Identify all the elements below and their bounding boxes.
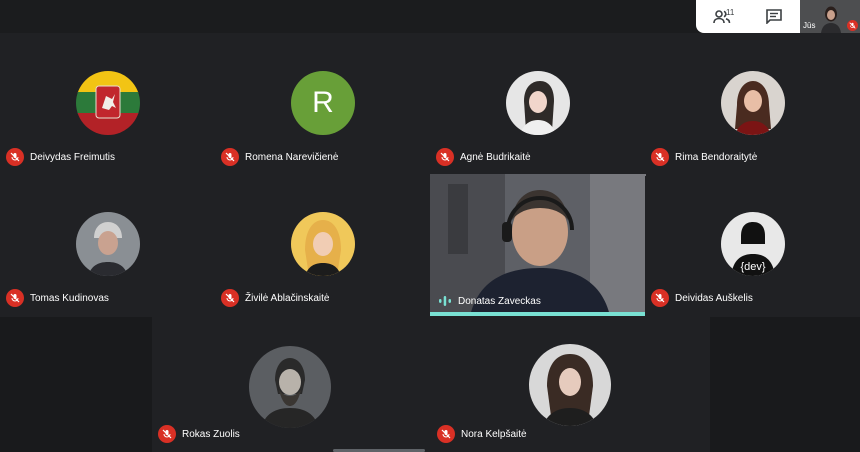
speaking-highlight-bar (430, 312, 646, 316)
participant-name: Nora Kelpšaitė (461, 428, 527, 440)
avatar-photo-icon (529, 344, 611, 426)
participant-name-row: Romena Narevičienė (221, 148, 338, 166)
avatar-photo-icon (721, 71, 785, 135)
mic-off-icon (221, 289, 239, 307)
grid-margin-right (710, 317, 860, 452)
participant-name: Tomas Kudinovas (30, 292, 109, 304)
meeting-controls: 11 (696, 0, 800, 33)
avatar (249, 346, 331, 428)
avatar-photo-icon (76, 212, 140, 276)
mic-off-icon (651, 148, 669, 166)
people-button[interactable]: 11 (705, 4, 739, 30)
avatar (529, 344, 611, 426)
participant-tile[interactable]: Nora Kelpšaitė (431, 317, 710, 452)
participant-name: Deivydas Freimutis (30, 151, 116, 163)
participant-name: Živilė Ablačinskaitė (245, 292, 330, 304)
participant-name-row: Tomas Kudinovas (6, 289, 109, 307)
self-label: Jūs (803, 21, 816, 30)
participant-name: Agnė Budrikaitė (460, 151, 531, 163)
participant-tile[interactable]: Rima Bendoraitytė (645, 35, 860, 175)
grid-margin-left (0, 317, 152, 452)
participant-name-row: Rima Bendoraitytė (651, 148, 757, 166)
chat-button[interactable] (757, 4, 791, 30)
participant-tile[interactable]: Agnė Budrikaitė (430, 35, 645, 175)
participant-name: Donatas Zaveckas (458, 295, 541, 307)
participant-name: Romena Narevičienė (245, 151, 339, 163)
dev-avatar-text: {dev} (740, 261, 765, 273)
participant-tile[interactable]: Živilė Ablačinskaitė (215, 176, 430, 316)
chat-icon (766, 9, 782, 24)
participant-count: 11 (726, 7, 735, 17)
flag-coat-of-arms-icon (76, 71, 140, 135)
speaking-indicator-icon (439, 296, 451, 306)
self-mic-off-icon (847, 20, 858, 31)
mic-off-icon (6, 289, 24, 307)
avatar: {dev} (721, 212, 785, 276)
avatar-initial: R (312, 86, 334, 119)
avatar-photo-icon (249, 346, 331, 428)
participant-name-row: Deivydas Freimutis (6, 148, 115, 166)
participant-tile[interactable]: Tomas Kudinovas (0, 176, 215, 316)
avatar (506, 71, 570, 135)
participant-name-row: Nora Kelpšaitė (437, 425, 527, 443)
participant-name-row: Agnė Budrikaitė (436, 148, 531, 166)
participant-name-row: Donatas Zaveckas (438, 295, 541, 307)
participant-name: Rokas Zuolis (182, 428, 240, 440)
mic-off-icon (6, 148, 24, 166)
avatar-letter: R (291, 71, 355, 135)
participant-tile[interactable]: {dev} Deividas Auškelis (645, 176, 860, 316)
mic-off-icon (651, 289, 669, 307)
avatar (76, 212, 140, 276)
avatar-photo-icon (506, 71, 570, 135)
participant-tile[interactable]: Deivydas Freimutis (0, 35, 215, 175)
mic-off-icon (437, 425, 455, 443)
mic-off-icon (158, 425, 176, 443)
mic-off-icon (436, 148, 454, 166)
avatar (291, 212, 355, 276)
mic-off-icon (221, 148, 239, 166)
avatar (721, 71, 785, 135)
participant-name: Deividas Auškelis (675, 292, 753, 304)
participant-video-tile[interactable]: Donatas Zaveckas (430, 174, 646, 316)
participant-tile[interactable]: R Romena Narevičienė (215, 35, 430, 175)
participant-name-row: Rokas Zuolis (158, 425, 240, 443)
participant-tile[interactable]: Rokas Zuolis (152, 317, 431, 452)
self-view[interactable]: Jūs (800, 0, 860, 33)
participant-name: Rima Bendoraitytė (675, 151, 758, 163)
participant-name-row: Deividas Auškelis (651, 289, 753, 307)
dev-avatar-icon: {dev} (721, 212, 785, 276)
avatar-photo-icon (291, 212, 355, 276)
participant-name-row: Živilė Ablačinskaitė (221, 289, 329, 307)
avatar (76, 71, 140, 135)
